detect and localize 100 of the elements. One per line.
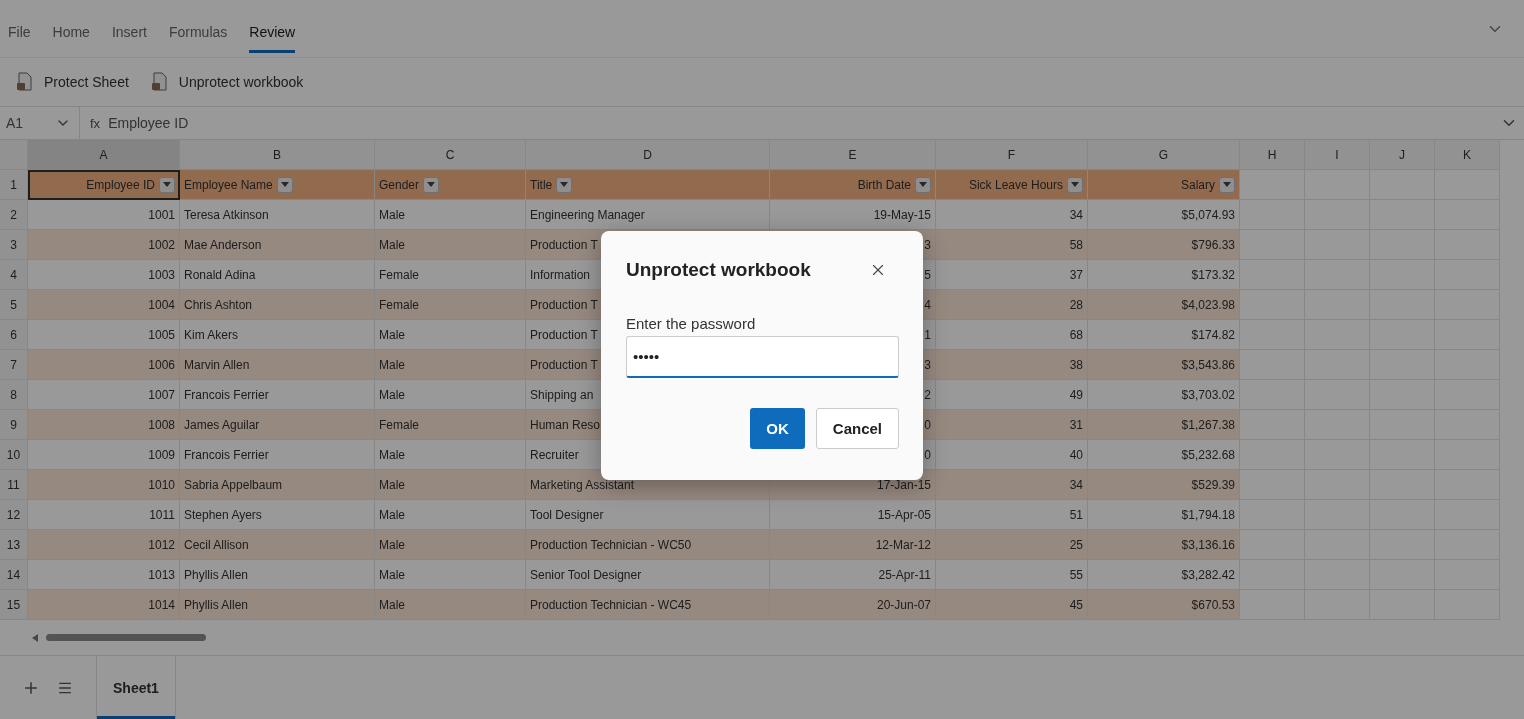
table-cell: Male bbox=[375, 200, 526, 230]
table-cell: Male bbox=[375, 560, 526, 590]
table-cell: 1008 bbox=[28, 410, 180, 440]
lock-document-icon bbox=[16, 72, 34, 92]
table-cell: Male bbox=[375, 470, 526, 500]
table-cell: Female bbox=[375, 290, 526, 320]
column-header[interactable]: K bbox=[1435, 140, 1500, 170]
filter-dropdown-icon[interactable] bbox=[915, 176, 931, 193]
table-cell: $173.32 bbox=[1088, 260, 1240, 290]
table-cell: 49 bbox=[936, 380, 1088, 410]
row-header[interactable]: 4 bbox=[0, 260, 28, 290]
row-header[interactable]: 5 bbox=[0, 290, 28, 320]
table-header-cell: Sick Leave Hours bbox=[936, 170, 1088, 200]
scrollbar-thumb[interactable] bbox=[46, 634, 206, 641]
column-header[interactable]: J bbox=[1370, 140, 1435, 170]
row-header[interactable]: 14 bbox=[0, 560, 28, 590]
column-header[interactable]: A bbox=[28, 140, 180, 170]
formula-field[interactable]: Employee ID bbox=[108, 115, 1500, 131]
menu-tab[interactable]: Review bbox=[249, 16, 296, 53]
table-cell: 1005 bbox=[28, 320, 180, 350]
table-cell: 38 bbox=[936, 350, 1088, 380]
table-cell: $4,023.98 bbox=[1088, 290, 1240, 320]
column-header[interactable]: I bbox=[1305, 140, 1370, 170]
table-cell: $529.39 bbox=[1088, 470, 1240, 500]
table-cell: Stephen Ayers bbox=[180, 500, 375, 530]
filter-dropdown-icon[interactable] bbox=[1219, 176, 1235, 193]
menu-tab[interactable]: Formulas bbox=[168, 16, 228, 53]
filter-dropdown-icon[interactable] bbox=[1067, 176, 1083, 193]
table-cell: Cecil Allison bbox=[180, 530, 375, 560]
table-cell: Senior Tool Designer bbox=[526, 560, 770, 590]
table-cell: Male bbox=[375, 350, 526, 380]
table-cell: 1013 bbox=[28, 560, 180, 590]
row-header[interactable]: 10 bbox=[0, 440, 28, 470]
table-header-cell: Salary bbox=[1088, 170, 1240, 200]
corner-cell[interactable] bbox=[0, 140, 28, 170]
row-header[interactable]: 9 bbox=[0, 410, 28, 440]
column-header[interactable]: F bbox=[936, 140, 1088, 170]
table-cell: Engineering Manager bbox=[526, 200, 770, 230]
row-header[interactable]: 13 bbox=[0, 530, 28, 560]
table-cell: Marvin Allen bbox=[180, 350, 375, 380]
sheet-tab[interactable]: Sheet1 bbox=[96, 656, 176, 719]
table-cell: Male bbox=[375, 590, 526, 620]
row-header[interactable]: 6 bbox=[0, 320, 28, 350]
filter-dropdown-icon[interactable] bbox=[556, 176, 573, 193]
table-cell: 55 bbox=[936, 560, 1088, 590]
table-cell: 19-May-15 bbox=[770, 200, 936, 230]
password-field[interactable]: ••••• bbox=[626, 336, 899, 378]
row-header[interactable]: 2 bbox=[0, 200, 28, 230]
filter-dropdown-icon[interactable] bbox=[159, 176, 175, 193]
column-header[interactable]: B bbox=[180, 140, 375, 170]
table-cell: 34 bbox=[936, 470, 1088, 500]
table-cell: Male bbox=[375, 380, 526, 410]
row-header[interactable]: 8 bbox=[0, 380, 28, 410]
table-header-cell: Birth Date bbox=[770, 170, 936, 200]
filter-dropdown-icon[interactable] bbox=[276, 176, 293, 193]
column-header[interactable]: D bbox=[526, 140, 770, 170]
row-header[interactable]: 15 bbox=[0, 590, 28, 620]
table-cell: $670.53 bbox=[1088, 590, 1240, 620]
menu-tab[interactable]: File bbox=[8, 16, 31, 53]
table-cell: 25 bbox=[936, 530, 1088, 560]
table-cell: Male bbox=[375, 320, 526, 350]
table-cell: 31 bbox=[936, 410, 1088, 440]
row-header[interactable]: 3 bbox=[0, 230, 28, 260]
table-header-cell: Employee ID bbox=[28, 170, 180, 200]
fx-label: fx bbox=[89, 115, 102, 131]
table-cell: 45 bbox=[936, 590, 1088, 620]
column-header[interactable]: C bbox=[375, 140, 526, 170]
row-header[interactable]: 7 bbox=[0, 350, 28, 380]
column-header[interactable]: H bbox=[1240, 140, 1305, 170]
column-header[interactable]: E bbox=[770, 140, 936, 170]
menu-tab[interactable]: Home bbox=[52, 16, 90, 53]
table-cell: Production Technician - WC50 bbox=[526, 530, 770, 560]
table-cell: 58 bbox=[936, 230, 1088, 260]
toolbar-button[interactable]: Protect Sheet bbox=[16, 72, 129, 92]
table-cell: $1,794.18 bbox=[1088, 500, 1240, 530]
filter-dropdown-icon[interactable] bbox=[423, 176, 440, 193]
table-cell: Male bbox=[375, 500, 526, 530]
row-header[interactable]: 1 bbox=[0, 170, 28, 200]
table-cell: 1011 bbox=[28, 500, 180, 530]
table-cell: 20-Jun-07 bbox=[770, 590, 936, 620]
table-cell: $1,267.38 bbox=[1088, 410, 1240, 440]
scroll-left-icon[interactable] bbox=[32, 633, 38, 642]
table-cell: 12-Mar-12 bbox=[770, 530, 936, 560]
table-cell: $796.33 bbox=[1088, 230, 1240, 260]
table-cell: Female bbox=[375, 410, 526, 440]
name-box[interactable]: A1 bbox=[0, 107, 80, 139]
row-header[interactable]: 12 bbox=[0, 500, 28, 530]
row-header[interactable]: 11 bbox=[0, 470, 28, 500]
cancel-button[interactable]: Cancel bbox=[815, 408, 899, 449]
toolbar-button[interactable]: Unprotect workbook bbox=[150, 72, 304, 92]
column-header[interactable]: G bbox=[1088, 140, 1240, 170]
table-cell: 1009 bbox=[28, 440, 180, 470]
menu-tab[interactable]: Insert bbox=[111, 16, 147, 53]
ok-button[interactable]: OK bbox=[750, 408, 805, 449]
table-cell: $3,543.86 bbox=[1088, 350, 1240, 380]
table-cell: $3,282.42 bbox=[1088, 560, 1240, 590]
table-cell: 1007 bbox=[28, 380, 180, 410]
table-cell: 1006 bbox=[28, 350, 180, 380]
table-cell: 68 bbox=[936, 320, 1088, 350]
table-cell: Male bbox=[375, 440, 526, 470]
